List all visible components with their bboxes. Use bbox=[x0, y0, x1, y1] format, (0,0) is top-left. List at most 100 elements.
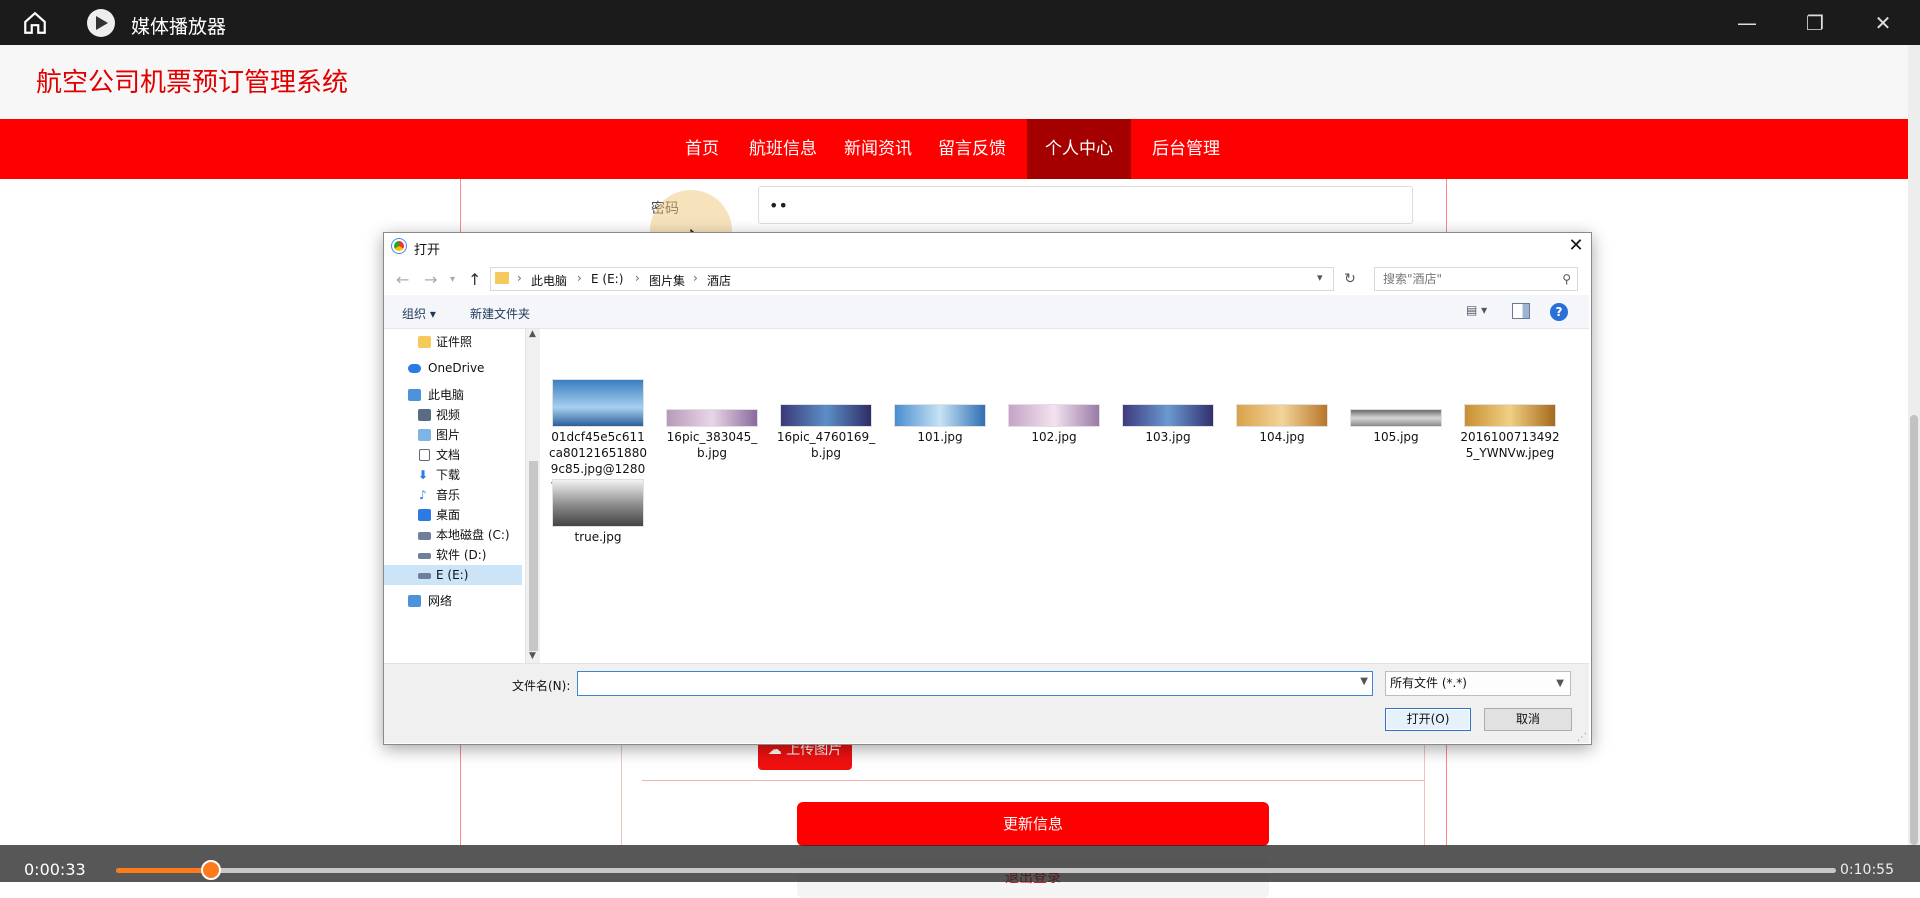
sidebar-item-documents[interactable]: 文档 bbox=[384, 445, 522, 465]
nav-news[interactable]: 新闻资讯 bbox=[836, 119, 920, 179]
music-icon: ♪ bbox=[419, 488, 427, 502]
file-thumbnail bbox=[1008, 404, 1100, 427]
dialog-navigation-row: ← → ▾ ↑ › 此电脑 › E (E:) › 图片集 › 酒店 ▾ ↻ 搜索… bbox=[384, 265, 1589, 295]
file-thumbnail bbox=[1350, 409, 1442, 427]
picture-icon bbox=[418, 429, 431, 441]
file-item[interactable]: 104.jpg bbox=[1232, 404, 1332, 445]
nav-feedback[interactable]: 留言反馈 bbox=[930, 119, 1014, 179]
sidebar-item-label: 网络 bbox=[428, 594, 453, 608]
search-input[interactable]: 搜索"酒店" ⚲ bbox=[1374, 267, 1578, 291]
address-bar[interactable]: › 此电脑 › E (E:) › 图片集 › 酒店 ▾ bbox=[490, 267, 1334, 291]
sidebar-item-id-photos[interactable]: 证件照 bbox=[384, 332, 522, 352]
search-icon: ⚲ bbox=[1562, 272, 1571, 286]
up-arrow-icon[interactable]: ↑ bbox=[468, 270, 481, 289]
sidebar-item-videos[interactable]: 视频 bbox=[384, 405, 522, 425]
file-item[interactable]: 20161007134925_YWNVw.jpeg bbox=[1460, 404, 1560, 461]
resize-grip-icon[interactable]: ⋰ bbox=[1577, 732, 1587, 743]
sidebar-item-downloads[interactable]: ⬇ 下载 bbox=[384, 465, 522, 485]
nav-home[interactable]: 首页 bbox=[672, 119, 732, 179]
sidebar-item-label: 本地磁盘 (C:) bbox=[436, 528, 510, 542]
file-item[interactable]: 103.jpg bbox=[1118, 404, 1218, 445]
filename-label: 文件名(N): bbox=[512, 679, 571, 693]
file-name: 104.jpg bbox=[1259, 430, 1305, 444]
sidebar-item-label: OneDrive bbox=[428, 361, 485, 375]
sidebar-item-label: 下载 bbox=[436, 468, 461, 482]
drive-icon bbox=[418, 573, 431, 579]
dialog-bottom-panel: 文件名(N): ▼ 所有文件 (*.*) ▼ 打开(O) 取消 ⋰ bbox=[384, 663, 1589, 743]
file-item[interactable]: 105.jpg bbox=[1346, 409, 1446, 445]
breadcrumb-this-pc[interactable]: 此电脑 bbox=[531, 272, 567, 289]
file-item[interactable]: 101.jpg bbox=[890, 404, 990, 445]
chevron-down-icon[interactable]: ▼ bbox=[1360, 676, 1368, 687]
forward-arrow-icon[interactable]: → bbox=[424, 270, 437, 289]
breadcrumb-pictures[interactable]: 图片集 bbox=[649, 272, 685, 289]
desktop-icon bbox=[418, 509, 431, 521]
open-file-dialog: 打开 ✕ ← → ▾ ↑ › 此电脑 › E (E:) › 图片集 › 酒店 ▾… bbox=[383, 232, 1592, 745]
scroll-up-icon[interactable]: ▲ bbox=[529, 329, 536, 339]
nav-flights[interactable]: 航班信息 bbox=[742, 119, 824, 179]
back-arrow-icon[interactable]: ← bbox=[396, 270, 409, 289]
navigation-pane: 证件照 OneDrive 此电脑 视频 图片 文档 ⬇ 下载 ♪ 音乐 桌面 本地磁… bbox=[384, 329, 526, 663]
close-icon[interactable]: ✕ bbox=[1869, 9, 1897, 37]
sidebar-item-label: 视频 bbox=[436, 408, 461, 422]
minimize-icon[interactable]: — bbox=[1733, 9, 1761, 37]
breadcrumb-drive-e[interactable]: E (E:) bbox=[591, 272, 623, 286]
folder-icon bbox=[418, 336, 431, 348]
file-thumbnail bbox=[552, 379, 644, 427]
new-folder-button[interactable]: 新建文件夹 bbox=[470, 305, 530, 322]
refresh-icon[interactable]: ↻ bbox=[1339, 267, 1361, 291]
sidebar-item-network[interactable]: 网络 bbox=[384, 591, 522, 611]
open-button[interactable]: 打开(O) bbox=[1385, 708, 1471, 731]
home-icon[interactable] bbox=[22, 10, 48, 36]
cancel-button[interactable]: 取消 bbox=[1484, 708, 1572, 731]
sidebar-item-music[interactable]: ♪ 音乐 bbox=[384, 485, 522, 505]
player-titlebar: 媒体播放器 — ❐ ✕ bbox=[0, 0, 1920, 45]
password-input[interactable]: •• bbox=[758, 186, 1413, 224]
navigation-pane-scrollbar-thumb[interactable] bbox=[529, 461, 538, 651]
search-placeholder: 搜索"酒店" bbox=[1383, 272, 1443, 286]
drive-icon bbox=[418, 553, 431, 559]
file-item[interactable]: 102.jpg bbox=[1004, 404, 1104, 445]
organize-button[interactable]: 组织 ▾ bbox=[402, 305, 436, 322]
cloud-icon bbox=[408, 364, 421, 373]
nav-admin[interactable]: 后台管理 bbox=[1144, 119, 1228, 179]
seek-bar-progress bbox=[116, 868, 211, 873]
sidebar-item-label: 桌面 bbox=[436, 508, 461, 522]
file-item[interactable]: 16pic_4760169_b.jpg bbox=[776, 404, 876, 461]
file-thumbnail bbox=[894, 404, 986, 427]
change-view-icon[interactable]: ▤ ▾ bbox=[1466, 303, 1502, 321]
sidebar-item-desktop[interactable]: 桌面 bbox=[384, 505, 522, 525]
sidebar-item-this-pc[interactable]: 此电脑 bbox=[384, 385, 522, 405]
download-icon: ⬇ bbox=[418, 468, 429, 482]
seek-bar[interactable] bbox=[116, 868, 1836, 873]
sidebar-item-onedrive[interactable]: OneDrive bbox=[384, 358, 522, 378]
sidebar-item-drive-e[interactable]: E (E:) bbox=[384, 565, 522, 585]
page-scrollbar-thumb[interactable] bbox=[1910, 415, 1918, 845]
file-item[interactable]: true.jpg bbox=[548, 479, 648, 545]
sidebar-item-label: 图片 bbox=[436, 428, 461, 442]
filetype-select[interactable]: 所有文件 (*.*) ▼ bbox=[1385, 671, 1571, 696]
sidebar-item-drive-c[interactable]: 本地磁盘 (C:) bbox=[384, 525, 522, 545]
help-icon[interactable]: ? bbox=[1550, 303, 1568, 321]
filename-input[interactable]: ▼ bbox=[577, 671, 1373, 696]
drive-icon bbox=[418, 532, 431, 540]
file-thumbnail bbox=[666, 409, 758, 427]
recent-dropdown-icon[interactable]: ▾ bbox=[450, 274, 455, 285]
scroll-down-icon[interactable]: ▼ bbox=[529, 651, 536, 661]
sidebar-item-drive-d[interactable]: 软件 (D:) bbox=[384, 545, 522, 565]
seek-bar-handle[interactable] bbox=[200, 860, 221, 880]
file-item[interactable]: 16pic_383045_b.jpg bbox=[662, 409, 762, 461]
sidebar-item-label: 此电脑 bbox=[428, 388, 465, 402]
update-info-button[interactable]: 更新信息 bbox=[797, 802, 1269, 846]
file-list: 01dcf45e5c611ca801216518809c85.jpg@1280w… bbox=[540, 329, 1589, 663]
file-item[interactable]: 01dcf45e5c611ca801216518809c85.jpg@1280w… bbox=[548, 379, 648, 493]
restore-icon[interactable]: ❐ bbox=[1801, 9, 1829, 37]
dialog-close-icon[interactable]: ✕ bbox=[1564, 235, 1588, 259]
address-dropdown-icon[interactable]: ▾ bbox=[1317, 271, 1323, 284]
file-thumbnail bbox=[780, 404, 872, 427]
nav-personal-center[interactable]: 个人中心 bbox=[1027, 119, 1131, 179]
preview-pane-icon[interactable] bbox=[1512, 303, 1530, 319]
sidebar-item-pictures[interactable]: 图片 bbox=[384, 425, 522, 445]
site-title: 航空公司机票预订管理系统 bbox=[36, 68, 349, 98]
breadcrumb-hotel[interactable]: 酒店 bbox=[707, 272, 731, 289]
